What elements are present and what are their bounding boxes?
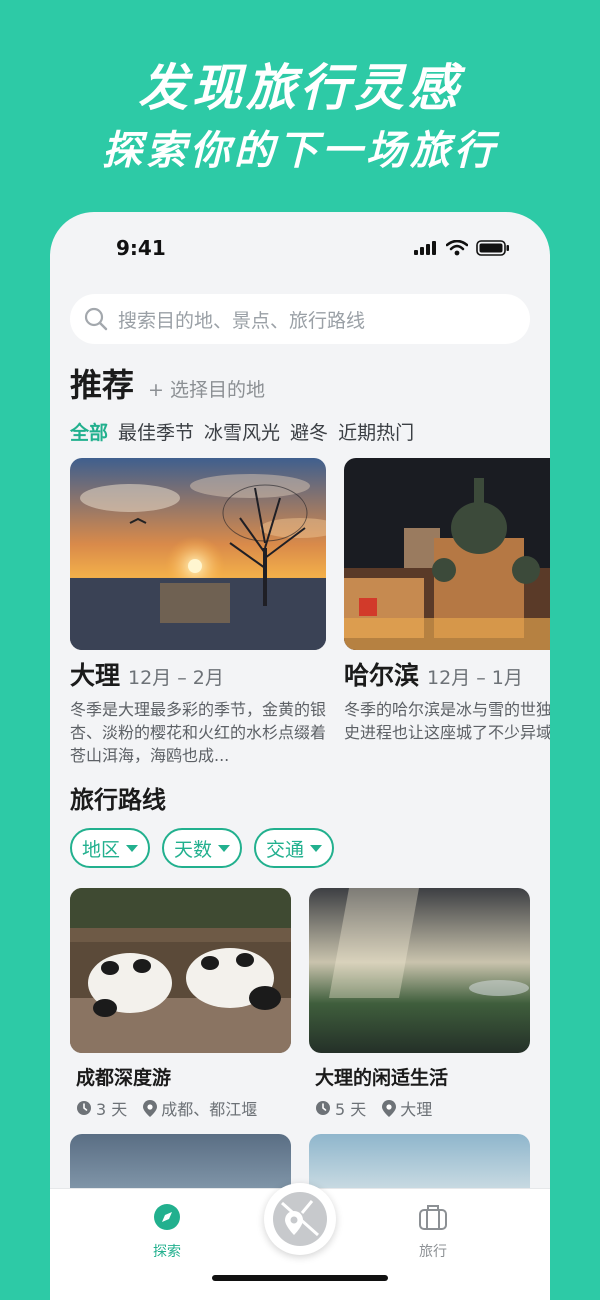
search-placeholder: 搜索目的地、景点、旅行路线 <box>118 309 366 332</box>
status-icons <box>414 240 510 256</box>
tab-explore-label: 探索 <box>153 1244 181 1260</box>
destination-card-dali[interactable]: 大理 12月 – 2月 冬季是大理最多彩的季节，金黄的银杏、淡粉的樱花和火红的水… <box>70 458 326 767</box>
pandas-photo <box>70 888 291 1053</box>
bottom-tab-bar: 探索 旅行 <box>50 1183 550 1300</box>
dali-sunset-photo <box>70 458 326 650</box>
chip-label: 交通 <box>266 838 305 861</box>
tab-trip-label: 旅行 <box>419 1244 447 1260</box>
search-icon <box>84 307 108 331</box>
battery-icon <box>476 240 509 256</box>
status-time: 9:41 <box>116 236 166 260</box>
home-indicator <box>212 1275 388 1281</box>
wifi-icon <box>446 240 468 256</box>
filter-region-dropdown[interactable]: 地区 <box>70 828 151 868</box>
destination-card-harbin[interactable]: 哈尔滨 12月 – 1月 冬季的哈尔滨是冰与雪的世独特的历史进程也让这座城了不少… <box>344 458 550 767</box>
status-bar: 9:41 <box>50 212 550 282</box>
dali-landscape-photo <box>309 888 530 1053</box>
location-pin-icon <box>382 1099 397 1117</box>
card-dates: 12月 – 2月 <box>128 667 224 689</box>
chevron-down-icon <box>218 844 231 852</box>
route-name: 成都深度游 <box>76 1067 172 1089</box>
card-name: 大理 <box>70 661 121 690</box>
filter-tab-best-season[interactable]: 最佳季节 <box>118 418 194 445</box>
chip-label: 地区 <box>82 838 121 861</box>
route-days: 5 天 <box>335 1100 367 1119</box>
cellular-signal-icon <box>414 241 436 255</box>
phone-screen: 9:41 搜索目的地、景点、旅行路线 推荐 + 选择目的地 全部 最佳季节 冰雪… <box>50 212 550 1300</box>
pick-destination-button[interactable]: + 选择目的地 <box>148 375 265 402</box>
recommend-header: 推荐 + 选择目的地 <box>70 360 265 406</box>
route-places: 成都、都江堰 <box>161 1100 258 1119</box>
chevron-down-icon <box>126 844 139 852</box>
chevron-down-icon <box>310 844 323 852</box>
route-card-dali[interactable]: 大理的闲适生活 5 天 大理 <box>309 888 530 1120</box>
route-card-chengdu[interactable]: 成都深度游 3 天 成都、都江堰 <box>70 888 291 1120</box>
filter-tab-trending[interactable]: 近期热门 <box>338 418 414 445</box>
filter-tab-ice-snow[interactable]: 冰雪风光 <box>204 418 280 445</box>
recommend-filter-tabs: 全部 最佳季节 冰雪风光 避冬 近期热门 <box>70 418 414 445</box>
route-filter-chips: 地区 天数 交通 <box>70 828 335 868</box>
map-location-icon <box>273 1192 327 1246</box>
card-description: 冬季是大理最多彩的季节，金黄的银杏、淡粉的樱花和火红的水杉点缀着苍山洱海，海鸥也… <box>70 700 326 765</box>
routes-title: 旅行路线 <box>70 786 166 814</box>
map-button[interactable] <box>264 1183 336 1255</box>
compass-icon <box>154 1204 180 1230</box>
harbin-cathedral-photo <box>344 458 550 650</box>
recommend-title: 推荐 <box>70 366 135 404</box>
clock-icon <box>77 1101 91 1115</box>
card-dates: 12月 – 1月 <box>427 667 523 689</box>
card-description: 冬季的哈尔滨是冰与雪的世独特的历史进程也让这座城了不少异域风情。 <box>344 700 550 742</box>
card-name: 哈尔滨 <box>344 661 420 690</box>
suitcase-icon <box>419 1205 447 1230</box>
filter-tab-escape-winter[interactable]: 避冬 <box>290 418 328 445</box>
filter-transport-dropdown[interactable]: 交通 <box>254 828 335 868</box>
promo-headline: 发现旅行灵感 <box>138 59 462 117</box>
promo-subheadline: 探索你的下一场旅行 <box>102 128 498 174</box>
route-name: 大理的闲适生活 <box>315 1067 449 1089</box>
clock-icon <box>316 1101 330 1115</box>
route-days: 3 天 <box>96 1100 128 1119</box>
search-input[interactable]: 搜索目的地、景点、旅行路线 <box>70 294 530 344</box>
tab-trip[interactable]: 旅行 <box>393 1203 473 1261</box>
filter-tab-all[interactable]: 全部 <box>70 418 108 445</box>
route-places: 大理 <box>400 1100 433 1119</box>
filter-days-dropdown[interactable]: 天数 <box>162 828 243 868</box>
tab-explore[interactable]: 探索 <box>127 1203 207 1261</box>
location-pin-icon <box>143 1099 158 1117</box>
chip-label: 天数 <box>174 838 213 861</box>
